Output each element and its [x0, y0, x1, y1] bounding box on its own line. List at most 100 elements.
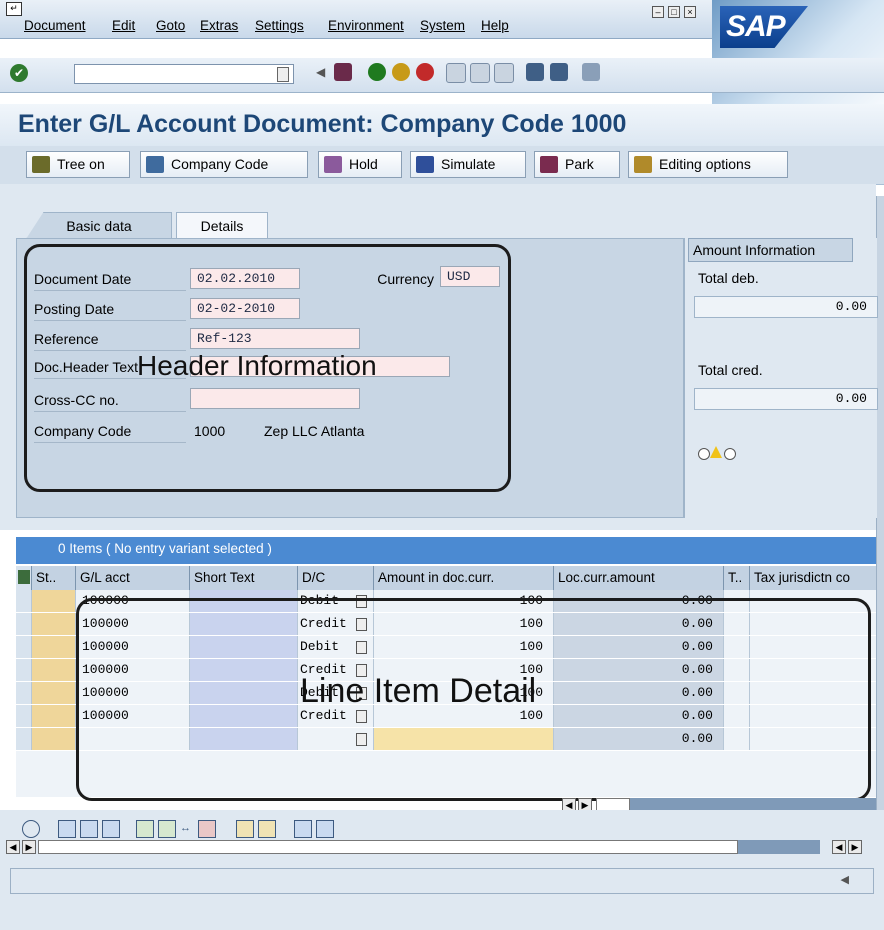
filter-icon[interactable]: [316, 820, 334, 838]
first-page-icon[interactable]: [526, 63, 544, 81]
hold-button[interactable]: Hold: [318, 151, 402, 178]
cancel-icon[interactable]: [416, 63, 434, 81]
deselect-all-icon[interactable]: [102, 820, 120, 838]
col-status[interactable]: St..: [32, 566, 76, 590]
find-next-icon[interactable]: [494, 63, 514, 83]
copy-icon[interactable]: [236, 820, 254, 838]
total-credit-value: 0.00: [694, 388, 878, 410]
paste-icon[interactable]: [258, 820, 276, 838]
close-icon[interactable]: ×: [684, 6, 696, 18]
menu-goto[interactable]: Goto: [156, 18, 185, 33]
save-icon[interactable]: [334, 63, 352, 81]
copy-row-icon[interactable]: [158, 820, 176, 838]
table-caption: 0 Items ( No entry variant selected ): [58, 541, 272, 556]
company-code-button[interactable]: Company Code: [140, 151, 308, 178]
tree-on-button[interactable]: Tree on: [26, 151, 130, 178]
simulate-button[interactable]: Simulate: [410, 151, 526, 178]
page-title: Enter G/L Account Document: Company Code…: [18, 110, 627, 138]
col-debit-credit[interactable]: D/C: [298, 566, 374, 590]
menu-system[interactable]: System: [420, 18, 465, 33]
title-bar: Enter G/L Account Document: Company Code…: [0, 104, 884, 147]
col-gl-account[interactable]: G/L acct: [76, 566, 190, 590]
bottom-scroll-right2-icon[interactable]: ▶: [848, 840, 862, 854]
status-bar: ◀: [10, 868, 874, 894]
header-annotation-text: Header Information: [137, 350, 377, 381]
park-icon: [540, 156, 558, 173]
find-icon[interactable]: [470, 63, 490, 83]
bottom-scroll-left-icon[interactable]: ◀: [6, 840, 20, 854]
row-selector[interactable]: [16, 705, 32, 727]
back-arrow-icon[interactable]: ◀: [316, 65, 334, 83]
row-selector[interactable]: [16, 636, 32, 658]
minimize-icon[interactable]: –: [652, 6, 664, 18]
status-cell: [32, 705, 76, 727]
row-selector[interactable]: [16, 659, 32, 681]
company-code-icon: [146, 156, 164, 173]
print-icon[interactable]: [446, 63, 466, 83]
back-icon[interactable]: [368, 63, 386, 81]
standard-toolbar: ✔ ◀: [0, 58, 884, 93]
bottom-scroll-left2-icon[interactable]: ◀: [832, 840, 846, 854]
sap-logo: SAP: [720, 6, 808, 48]
insert-row-icon[interactable]: [136, 820, 154, 838]
select-block-icon[interactable]: [80, 820, 98, 838]
status-cell: [32, 659, 76, 681]
exit-icon[interactable]: [392, 63, 410, 81]
enter-icon[interactable]: ✔: [10, 64, 28, 82]
layout-icon[interactable]: [582, 63, 600, 81]
vertical-scrollbar[interactable]: [876, 196, 884, 816]
total-debit-value: 0.00: [694, 296, 878, 318]
application-toolbar: Tree on Company Code Hold Simulate Park …: [0, 146, 884, 185]
tab-basic-data[interactable]: Basic data: [26, 212, 172, 239]
row-selector[interactable]: [16, 613, 32, 635]
col-short-text[interactable]: Short Text: [190, 566, 298, 590]
sap-menu-icon[interactable]: ↵: [6, 2, 22, 16]
bottom-scroll-thumb[interactable]: [38, 840, 738, 854]
maximize-icon[interactable]: □: [668, 6, 680, 18]
status-cell: [32, 728, 76, 750]
tab-details[interactable]: Details: [176, 212, 268, 239]
menu-extras[interactable]: Extras: [200, 18, 238, 33]
park-button[interactable]: Park: [534, 151, 620, 178]
simulate-icon: [416, 156, 434, 173]
command-field[interactable]: [74, 64, 294, 84]
more-icon[interactable]: ↔: [180, 822, 191, 834]
tree-icon: [32, 156, 50, 173]
col-local-currency-amount[interactable]: Loc.curr.amount: [554, 566, 724, 590]
line-item-annotation-text: Line Item Detail: [300, 672, 537, 710]
status-cell: [32, 636, 76, 658]
col-amount-doc-currency[interactable]: Amount in doc.curr.: [374, 566, 554, 590]
hold-icon: [324, 156, 342, 173]
print-list-icon[interactable]: [294, 820, 312, 838]
balance-status-icon: [698, 446, 742, 460]
amount-information-title: Amount Information: [688, 238, 853, 262]
last-page-icon[interactable]: [550, 63, 568, 81]
total-debit-label: Total deb.: [698, 270, 759, 286]
row-selector[interactable]: [16, 682, 32, 704]
pencil-icon: [634, 156, 652, 173]
row-selector[interactable]: [16, 590, 32, 612]
col-tax-jurisdiction[interactable]: Tax jurisdictn co: [750, 566, 876, 590]
select-all-icon[interactable]: [58, 820, 76, 838]
menu-edit[interactable]: Edit: [112, 18, 135, 33]
details-icon[interactable]: [22, 820, 40, 838]
row-selector[interactable]: [16, 728, 32, 750]
table-header: St.. G/L acct Short Text D/C Amount in d…: [16, 566, 876, 591]
status-cell: [32, 613, 76, 635]
menu-settings[interactable]: Settings: [255, 18, 304, 33]
status-cell: [32, 590, 76, 612]
status-bar-arrow-icon[interactable]: ◀: [841, 873, 849, 886]
menu-document[interactable]: Document: [24, 18, 86, 33]
total-credit-label: Total cred.: [698, 362, 763, 378]
col-tax[interactable]: T..: [724, 566, 750, 590]
table-settings-icon[interactable]: [16, 566, 32, 590]
status-cell: [32, 682, 76, 704]
editing-options-button[interactable]: Editing options: [628, 151, 788, 178]
bottom-scroll-track[interactable]: [738, 840, 820, 854]
menu-environment[interactable]: Environment: [328, 18, 404, 33]
command-dropdown-icon[interactable]: [277, 67, 289, 82]
delete-row-icon[interactable]: [198, 820, 216, 838]
bottom-scroll-right-icon[interactable]: ▶: [22, 840, 36, 854]
table-caption-bar: 0 Items ( No entry variant selected ): [16, 537, 876, 564]
menu-help[interactable]: Help: [481, 18, 509, 33]
